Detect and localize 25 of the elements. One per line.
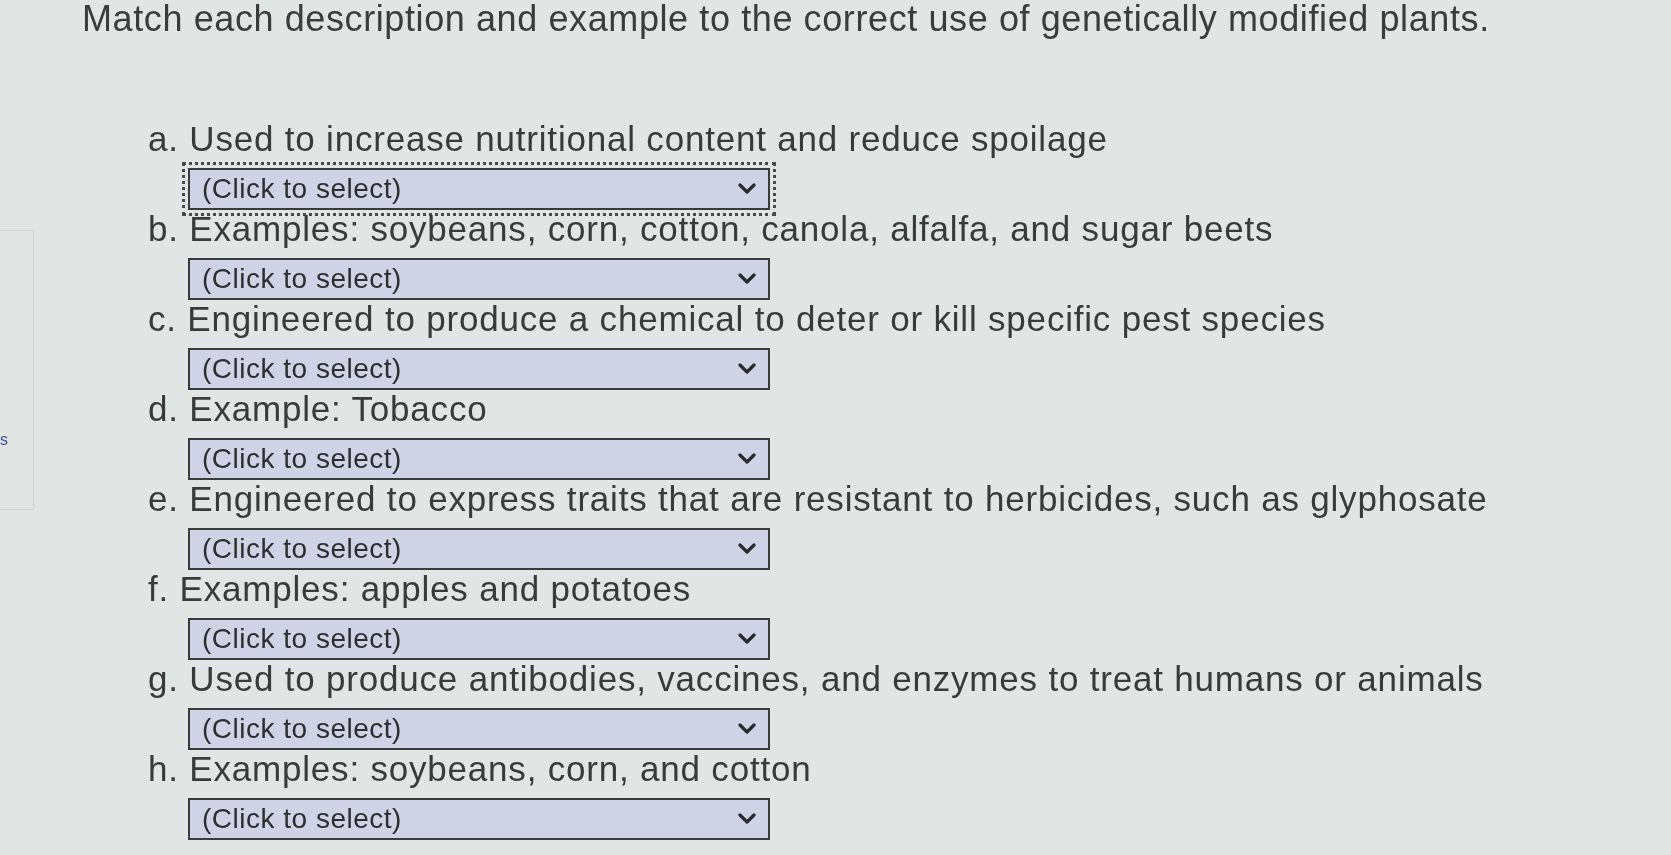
- select-dropdown[interactable]: (Click to select): [188, 348, 770, 390]
- select-dropdown[interactable]: (Click to select): [188, 798, 770, 840]
- question-text: a. Used to increase nutritional content and reduce spoilage: [148, 120, 1109, 158]
- question-text: g. Used to produce antibodies, vaccines, and enzymes to treat humans or animals: [148, 660, 1485, 698]
- question-text: e. Engineered to express traits that are resistant to herbicides, such as glyphosate: [148, 480, 1488, 518]
- select-dropdown[interactable]: (Click to select): [188, 528, 770, 570]
- chevron-down-icon: [738, 633, 756, 645]
- chevron-down-icon: [738, 453, 756, 465]
- chevron-down-icon: [738, 813, 756, 825]
- select-dropdown[interactable]: (Click to select): [188, 618, 770, 660]
- chevron-down-icon: [738, 183, 756, 195]
- instruction-title: Match each description and example to the correct use of genetically modified plants.: [82, 0, 1490, 39]
- sidebar-text: s: [0, 431, 9, 449]
- question-text: f. Examples: apples and potatoes: [148, 570, 693, 608]
- select-dropdown[interactable]: (Click to select): [188, 708, 770, 750]
- chevron-down-icon: [738, 723, 756, 735]
- question-text: c. Engineered to produce a chemical to deter or kill specific pest species: [148, 300, 1327, 338]
- select-dropdown[interactable]: (Click to select): [182, 162, 776, 216]
- select-dropdown[interactable]: (Click to select): [188, 438, 770, 480]
- chevron-down-icon: [738, 543, 756, 555]
- question-text: h. Examples: soybeans, corn, and cotton: [148, 750, 813, 788]
- chevron-down-icon: [738, 273, 756, 285]
- select-dropdown[interactable]: (Click to select): [188, 258, 770, 300]
- question-text: d. Example: Tobacco: [148, 390, 489, 428]
- chevron-down-icon: [738, 363, 756, 375]
